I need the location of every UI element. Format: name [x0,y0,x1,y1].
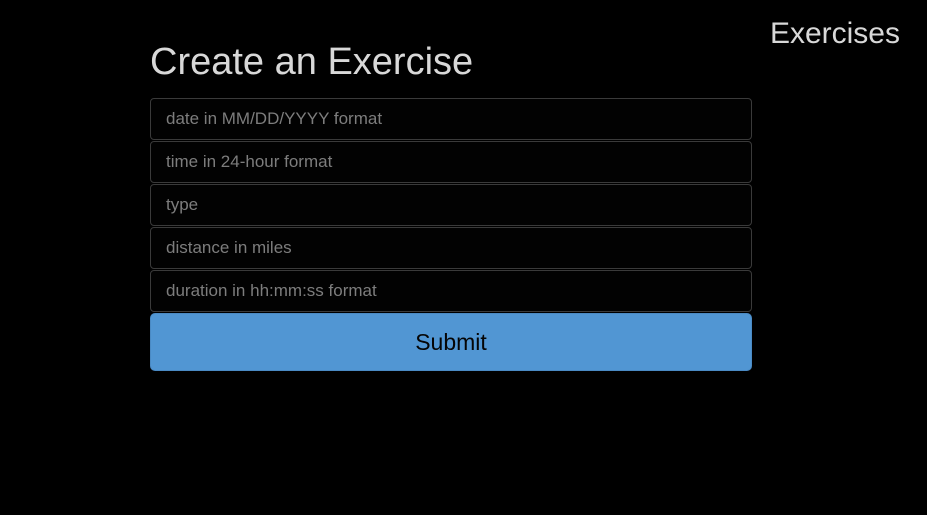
create-exercise-form: Create an Exercise Submit [150,40,752,371]
page: Exercises Create an Exercise Submit [0,0,927,515]
distance-input[interactable] [150,227,752,269]
submit-button[interactable]: Submit [150,313,752,371]
duration-input[interactable] [150,270,752,312]
type-input[interactable] [150,184,752,226]
time-input[interactable] [150,141,752,183]
date-input[interactable] [150,98,752,140]
exercises-nav-link[interactable]: Exercises [770,16,900,52]
page-title: Create an Exercise [150,41,474,83]
